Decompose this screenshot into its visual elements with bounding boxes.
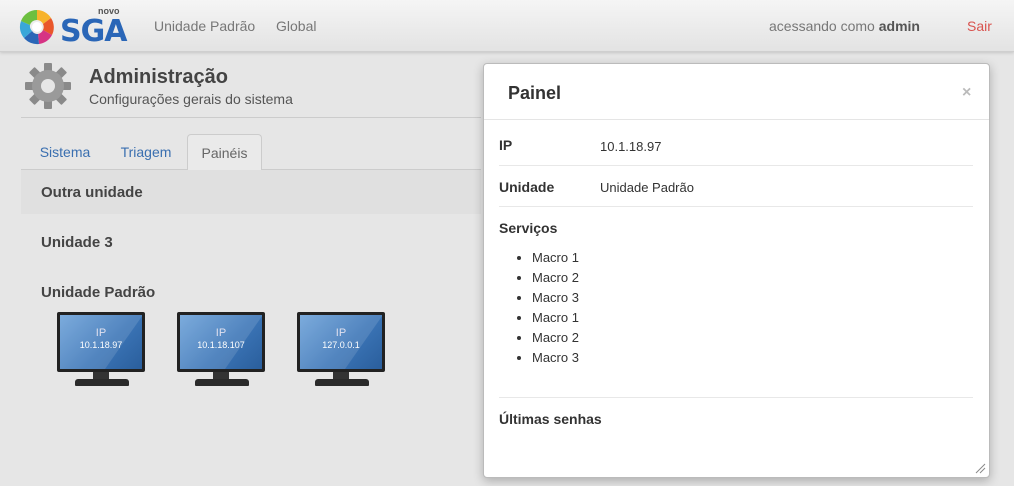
resize-grip-icon[interactable] bbox=[974, 462, 986, 474]
tab-triagem[interactable]: Triagem bbox=[109, 134, 183, 170]
sga-logo[interactable]: novo SGA bbox=[18, 6, 127, 49]
unit-name: Outra unidade bbox=[41, 184, 143, 201]
tab-bar: Sistema Triagem Painéis bbox=[21, 134, 481, 171]
unit-name: Unidade Padrão bbox=[41, 284, 156, 301]
service-item: Macro 1 bbox=[532, 248, 579, 268]
logout-link[interactable]: Sair bbox=[967, 18, 992, 34]
ip-value: 10.1.18.97 bbox=[600, 139, 662, 154]
unit-row: Unidade Padrão bbox=[21, 270, 481, 314]
monitor-ip-value: 127.0.0.1 bbox=[322, 340, 360, 350]
service-item: Macro 3 bbox=[532, 348, 579, 368]
panel-details-modal: Painel × IP 10.1.18.97 Unidade Unidade P… bbox=[483, 63, 990, 478]
nav-unidade-padrao[interactable]: Unidade Padrão bbox=[154, 18, 255, 34]
monitor-screen: IP 127.0.0.1 bbox=[297, 312, 385, 372]
service-item: Macro 2 bbox=[532, 328, 579, 348]
logo-sga-text: SGA bbox=[60, 14, 127, 49]
monitor-base bbox=[195, 379, 249, 386]
services-list: Macro 1 Macro 2 Macro 3 Macro 1 Macro 2 … bbox=[532, 248, 579, 368]
ip-label: IP bbox=[499, 137, 513, 153]
panel-monitor[interactable]: IP 10.1.18.97 bbox=[57, 312, 147, 388]
user-prefix: acessando como bbox=[769, 18, 875, 34]
nav-global[interactable]: Global bbox=[276, 18, 316, 34]
sga-swirl-icon bbox=[19, 9, 54, 45]
modal-title: Painel bbox=[508, 83, 562, 103]
tab-sistema[interactable]: Sistema bbox=[21, 134, 109, 170]
monitor-base bbox=[75, 379, 129, 386]
unit-value: Unidade Padrão bbox=[600, 180, 694, 195]
page-title: Administração bbox=[89, 66, 228, 88]
logged-user-info: acessando como admin bbox=[769, 18, 920, 34]
service-item: Macro 1 bbox=[532, 308, 579, 328]
tab-paineis[interactable]: Painéis bbox=[187, 134, 262, 171]
unit-row: Unidade 3 bbox=[21, 220, 481, 264]
monitor-ip-label: IP bbox=[95, 327, 107, 339]
user-name: admin bbox=[878, 18, 920, 34]
panel-monitor[interactable]: IP 10.1.18.107 bbox=[177, 312, 267, 388]
row-divider bbox=[499, 165, 973, 166]
gear-icon bbox=[25, 63, 71, 109]
unit-row: Outra unidade bbox=[21, 170, 481, 214]
row-divider bbox=[499, 206, 973, 207]
monitor-ip-label: IP bbox=[335, 327, 347, 339]
modal-header-divider bbox=[484, 119, 989, 120]
unit-name: Unidade 3 bbox=[41, 234, 113, 251]
unit-label: Unidade bbox=[499, 179, 555, 195]
monitor-base bbox=[315, 379, 369, 386]
page-subtitle: Configurações gerais do sistema bbox=[89, 91, 293, 107]
panel-monitor[interactable]: IP 127.0.0.1 bbox=[297, 312, 387, 388]
service-item: Macro 2 bbox=[532, 268, 579, 288]
header-divider bbox=[21, 117, 481, 118]
monitor-ip-value: 10.1.18.107 bbox=[197, 340, 245, 350]
close-icon[interactable]: × bbox=[962, 84, 971, 102]
last-tickets-label: Últimas senhas bbox=[499, 411, 602, 427]
monitor-screen: IP 10.1.18.107 bbox=[177, 312, 265, 372]
top-navbar: novo SGA Unidade Padrão Global acessando… bbox=[0, 0, 1014, 52]
service-item: Macro 3 bbox=[532, 288, 579, 308]
monitor-ip-label: IP bbox=[215, 327, 227, 339]
services-label: Serviços bbox=[499, 220, 558, 236]
monitor-screen: IP 10.1.18.97 bbox=[57, 312, 145, 372]
monitor-ip-value: 10.1.18.97 bbox=[79, 340, 123, 350]
row-divider bbox=[499, 397, 973, 398]
